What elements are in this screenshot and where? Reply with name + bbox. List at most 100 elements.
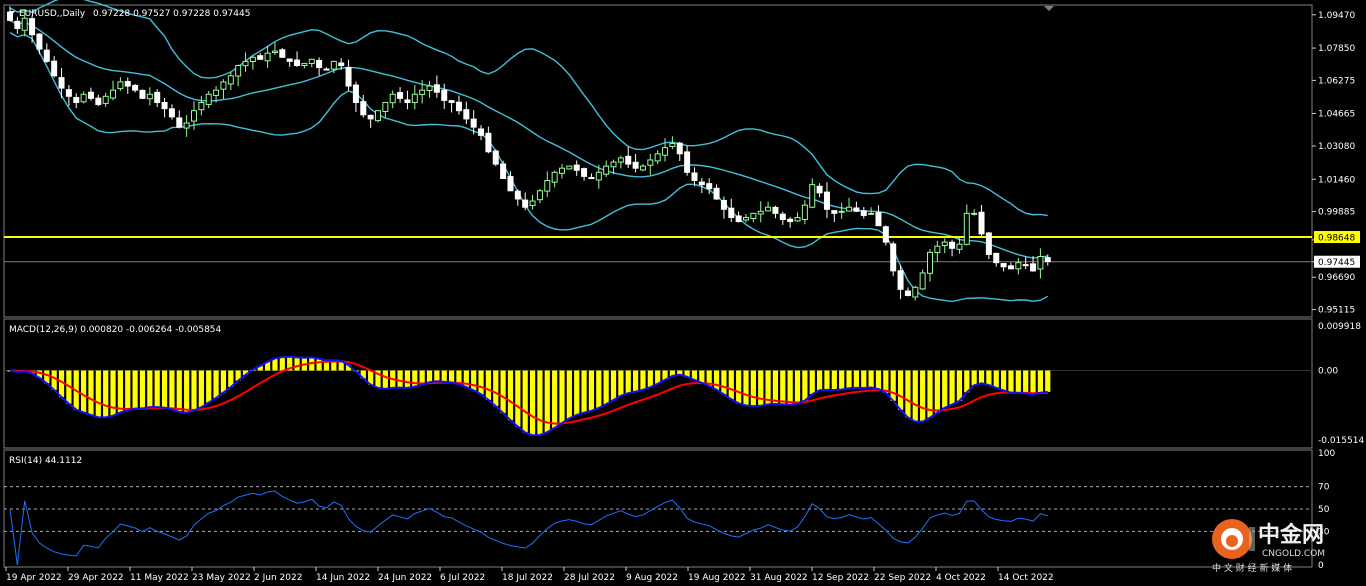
macd-histogram-bar	[125, 370, 131, 411]
candle-body	[330, 60, 337, 70]
candle-body	[831, 210, 838, 214]
macd-histogram-bar	[1008, 370, 1014, 393]
macd-histogram-bar	[117, 370, 123, 413]
date-tick-label: 22 Sep 2022	[874, 573, 931, 583]
candle-body	[478, 128, 485, 136]
macd-histogram-bar	[993, 370, 999, 388]
candle-body	[242, 60, 249, 67]
macd-histogram-bar	[728, 370, 734, 400]
candle-body	[455, 101, 462, 112]
candle-body	[809, 184, 816, 208]
macd-histogram-bar	[971, 370, 977, 386]
candle-body	[14, 20, 21, 30]
macd-histogram-bar	[382, 370, 388, 389]
date-tick-label: 9 Aug 2022	[626, 573, 678, 583]
candle-body	[978, 211, 985, 235]
macd-histogram-bar	[588, 370, 595, 411]
date-tick-label: 24 Jun 2022	[378, 573, 432, 583]
scroll-marker-icon[interactable]	[1044, 6, 1054, 11]
date-tick-label: 31 Aug 2022	[750, 573, 808, 583]
candle-body	[522, 199, 529, 208]
candle-body	[735, 215, 742, 223]
macd-histogram-bar	[206, 370, 212, 403]
macd-histogram-bar	[559, 370, 565, 424]
macd-histogram-bar	[515, 370, 521, 427]
candle-body	[632, 161, 639, 169]
candle-body	[249, 56, 256, 63]
date-tick-label: 2 Jun 2022	[254, 573, 302, 583]
macd-histogram-bar	[294, 357, 300, 371]
candle-body	[470, 118, 477, 128]
date-tick-label: 12 Sep 2022	[812, 573, 869, 583]
macd-histogram-bar	[964, 370, 970, 393]
macd-histogram-bar	[618, 370, 624, 396]
candle-body	[352, 84, 359, 103]
candle-body	[367, 114, 374, 120]
macd-tick-label: 0.00	[1318, 367, 1338, 377]
macd-histogram-bar	[596, 370, 602, 408]
watermark-tagline: 中 文 财 经 新 媒 体	[1212, 562, 1292, 574]
candle-body	[286, 58, 293, 62]
candle-body	[941, 241, 948, 247]
candle-body	[544, 180, 551, 192]
candle-body	[838, 210, 845, 213]
candle-body	[257, 55, 264, 60]
candle-body	[639, 165, 646, 171]
macd-histogram-bar	[88, 370, 94, 415]
candle-body	[676, 142, 683, 155]
candle-body	[904, 290, 911, 297]
macd-histogram-bar	[1001, 370, 1007, 391]
macd-histogram-bar	[743, 370, 749, 406]
candle-body	[375, 110, 381, 122]
macd-histogram-bar	[780, 370, 786, 405]
candle-body	[846, 206, 853, 212]
candle-body	[985, 232, 992, 255]
candle-body	[1007, 265, 1014, 270]
price-tick-label: 1.01460	[1318, 175, 1355, 185]
macd-tick-label: -0.015514	[1318, 436, 1364, 446]
macd-histogram-bar	[95, 370, 101, 418]
bollinger-middle-band	[9, 19, 1048, 259]
candle-body	[882, 226, 889, 243]
macd-histogram-bar	[831, 370, 837, 391]
macd-histogram-bar	[103, 370, 109, 418]
date-tick-label: 19 Aug 2022	[688, 573, 746, 583]
candle-body	[294, 59, 301, 67]
macd-histogram-bar	[986, 370, 992, 386]
candle-body	[441, 89, 448, 101]
candle-body	[603, 165, 610, 175]
macd-histogram-bar	[500, 370, 506, 414]
candle-body	[919, 272, 926, 290]
candle-body	[191, 110, 197, 122]
candle-body	[890, 243, 897, 272]
candle-body	[1000, 263, 1007, 268]
candle-body	[110, 89, 117, 99]
candle-body	[912, 286, 919, 298]
macd-histogram-bar	[81, 370, 87, 413]
candle-body	[183, 122, 190, 129]
macd-histogram-bar	[404, 370, 411, 389]
macd-histogram-bar	[566, 370, 572, 419]
candle-body	[51, 60, 58, 77]
candle-body	[404, 99, 411, 103]
candle-body	[87, 91, 94, 99]
candle-body	[566, 165, 573, 170]
candle-body	[691, 172, 698, 182]
date-tick-label: 28 Jul 2022	[564, 573, 615, 583]
macd-histogram-bar	[633, 370, 639, 392]
macd-histogram-bar	[603, 370, 609, 405]
rsi-label: RSI(14) 44.1112	[9, 456, 82, 466]
candle-body	[595, 171, 602, 181]
candle-body	[43, 49, 50, 62]
macd-histogram-bar	[581, 370, 587, 413]
macd-histogram-bar	[610, 370, 617, 401]
candle-body	[625, 155, 632, 165]
date-tick-label: 18 Jul 2022	[502, 573, 553, 583]
macd-histogram-bar	[552, 370, 558, 428]
candle-body	[213, 89, 220, 96]
candle-body	[956, 243, 963, 250]
date-tick-label: 11 May 2022	[130, 573, 189, 583]
candle-body	[816, 185, 823, 194]
candle-body	[1030, 263, 1037, 272]
candle-body	[397, 92, 404, 99]
